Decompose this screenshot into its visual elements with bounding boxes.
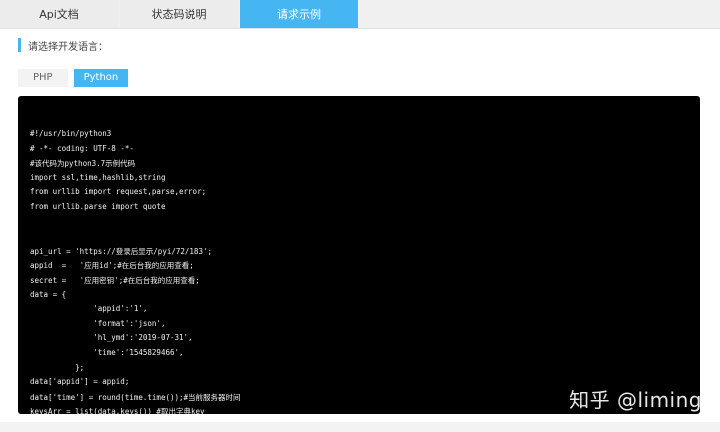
code-line: data = { <box>30 289 67 299</box>
code-line: from urllib.parse import quote <box>30 202 166 211</box>
tab-bar: Api文档 状态码说明 请求示例 <box>0 0 720 29</box>
language-selector: PHP Python <box>18 69 134 87</box>
tab-status-codes[interactable]: 状态码说明 <box>120 0 238 28</box>
code-line: }; <box>30 362 85 372</box>
code-line: #!/usr/bin/python3 <box>30 129 112 138</box>
code-line: data['appid'] = appid; <box>30 377 130 387</box>
section-title: 请选择开发语言： <box>18 38 108 53</box>
code-line: 'time':'1545829466', <box>30 348 184 357</box>
code-line: # -*- coding: UTF-8 -*- <box>30 143 134 153</box>
code-line: appid = '应用id';#在后台我的应用查看; <box>30 261 194 271</box>
code-line: 'format':'json', <box>30 318 166 328</box>
bottom-strip <box>0 422 720 432</box>
tab-api-docs[interactable]: Api文档 <box>0 0 118 28</box>
code-line: secret = '应用密钥';#在后台我的应用查看; <box>30 276 200 285</box>
section-title-text: 请选择开发语言： <box>28 41 108 53</box>
code-line: 'hl_ymd':'2019-07-31', <box>30 333 193 343</box>
code-line: #该代码为python3.7示例代码 <box>30 159 136 169</box>
code-line: api_url = 'https://登录后显示/pyi/72/183'; <box>30 246 212 256</box>
tab-request-example[interactable]: 请求示例 <box>240 0 358 28</box>
language-button-python[interactable]: Python <box>73 69 129 87</box>
section-title-accent-bar <box>18 38 21 52</box>
code-line: from urllib import request,parse,error; <box>30 187 207 197</box>
code-block: #!/usr/bin/python3 # -*- coding: UTF-8 -*… <box>18 96 700 414</box>
code-line: data['time'] = round(time.time());#当前服务器… <box>30 392 241 402</box>
code-line: import ssl,time,hashlib,string <box>30 172 166 182</box>
code-line: 'appid':'1', <box>30 304 148 314</box>
watermark: 知乎 @liming <box>569 388 702 412</box>
language-button-php[interactable]: PHP <box>18 69 68 87</box>
code-line: keysArr = list(data.keys()) #取出字典key <box>30 407 205 414</box>
